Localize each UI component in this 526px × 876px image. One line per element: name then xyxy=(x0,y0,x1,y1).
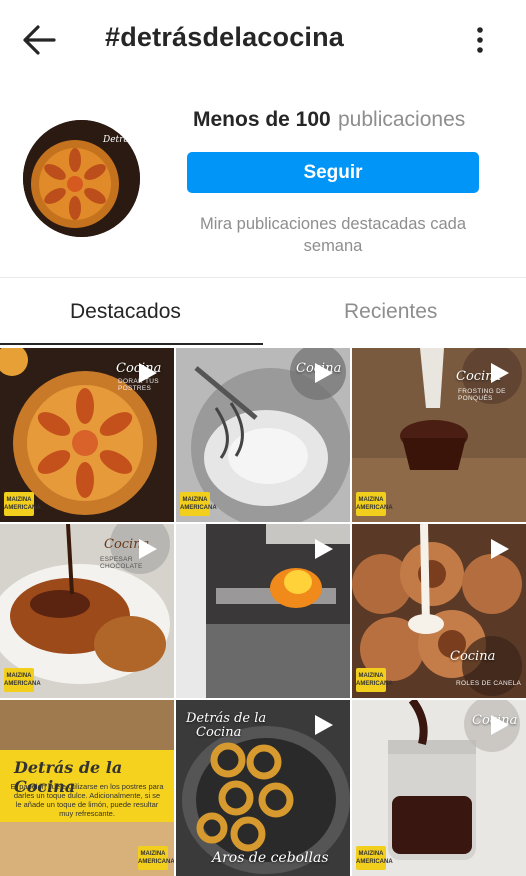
post-thumbnail[interactable]: Cocina ESPESAR CHOCOLATE MAIZINA AMERICA… xyxy=(0,524,174,698)
brand-script: Cocina xyxy=(450,649,496,664)
active-tab-indicator xyxy=(0,343,263,345)
play-icon xyxy=(139,363,157,383)
play-icon xyxy=(315,363,333,383)
play-icon xyxy=(139,539,157,559)
post-caption: El papelón suele utilizarse en los postr… xyxy=(10,782,164,818)
post-thumbnail[interactable] xyxy=(176,524,350,698)
tab-recent-posts[interactable]: Recientes xyxy=(344,300,437,324)
arrow-left-icon xyxy=(23,25,56,55)
brand-badge: MAIZINA AMERICANA xyxy=(180,492,217,516)
page-title: #detrásdelacocina xyxy=(105,22,345,52)
divider xyxy=(0,277,526,278)
post-thumbnail[interactable]: Detrás de la Cocina El papelón suele uti… xyxy=(0,700,174,876)
brand-badge: MAIZINA AMERICANA xyxy=(138,846,174,870)
post-thumbnail[interactable]: Cocina DORAR TUS POSTRES MAIZINA AMERICA… xyxy=(0,348,174,522)
brand-badge: MAIZINA AMERICANA xyxy=(356,668,393,692)
follow-button[interactable]: Seguir xyxy=(187,152,479,193)
post-thumbnail[interactable]: Cocina FROSTING DE PONQUÉS MAIZINA AMERI… xyxy=(352,348,526,522)
play-icon xyxy=(491,715,509,735)
post-caption: Aros de cebollas xyxy=(212,850,329,866)
svg-text:Detrás: Detrás xyxy=(102,134,134,145)
brand-badge: MAIZINA AMERICANA xyxy=(4,668,41,692)
brand-badge: MAIZINA AMERICANA xyxy=(356,492,393,516)
brand-badge: MAIZINA AMERICANA xyxy=(356,846,393,870)
hashtag-avatar: Detrás xyxy=(23,120,140,237)
play-icon xyxy=(491,539,509,559)
post-caption: FROSTING DE PONQUÉS xyxy=(458,388,506,402)
more-vertical-icon xyxy=(477,27,483,53)
play-icon xyxy=(315,539,333,559)
back-button[interactable] xyxy=(18,22,62,58)
post-caption: ROLES DE CANELA xyxy=(456,680,522,687)
post-thumbnail[interactable]: Cocina MAIZINA AMERICANA xyxy=(352,700,526,876)
post-thumbnail[interactable]: Cocina ROLES DE CANELA MAIZINA AMERICANA xyxy=(352,524,526,698)
tab-top-posts[interactable]: Destacados xyxy=(70,300,181,324)
play-icon xyxy=(315,715,333,735)
brand-script-2: Cocina xyxy=(196,725,242,740)
more-options-button[interactable] xyxy=(466,24,494,56)
top-bar: #detrásdelacocina xyxy=(0,0,526,80)
tart-image: Detrás xyxy=(23,120,140,237)
post-thumbnail[interactable]: Detrás de la Cocina Aros de cebollas xyxy=(176,700,350,876)
post-count-label: publicaciones xyxy=(338,108,466,131)
post-count-value: Menos de 100 xyxy=(193,108,331,131)
play-icon xyxy=(491,363,509,383)
post-thumbnail[interactable]: Cocina MAIZINA AMERICANA xyxy=(176,348,350,522)
featured-info-text: Mira publicaciones destacadas cada seman… xyxy=(200,215,466,255)
brand-badge: MAIZINA AMERICANA xyxy=(4,492,41,516)
brand-script: Detrás de la xyxy=(186,711,267,726)
